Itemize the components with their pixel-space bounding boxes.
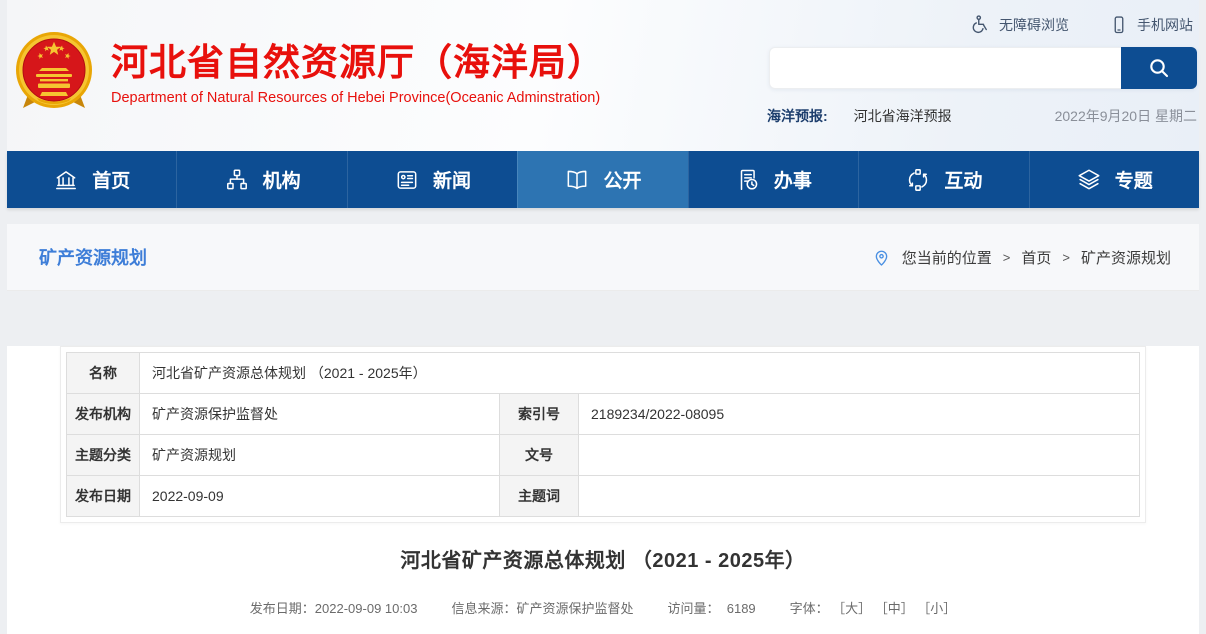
pubdate-label: 发布日期: [67, 476, 140, 517]
current-date: 2022年9月20日 星期二: [1055, 106, 1197, 126]
forecast-label: 海洋预报:: [767, 106, 828, 126]
document-info-table: 名称 河北省矿产资源总体规划 （2021 - 2025年） 发布机构 矿产资源保…: [66, 352, 1140, 517]
table-row: 发布机构 矿产资源保护监督处 索引号 2189234/2022-08095: [67, 394, 1140, 435]
font-medium-button[interactable]: ［中］: [881, 601, 914, 616]
accessibility-label: 无障碍浏览: [999, 15, 1069, 35]
category-label: 主题分类: [67, 435, 140, 476]
search-icon: [1147, 56, 1171, 80]
table-row: 主题分类 矿产资源规划 文号: [67, 435, 1140, 476]
keyword-value: [579, 476, 1140, 517]
meta-views: 访问量： 6189: [667, 601, 755, 616]
breadcrumb-separator: >: [1062, 250, 1070, 265]
nav-item-orgs[interactable]: 机构: [176, 151, 346, 208]
breadcrumb-current: 矿产资源规划: [1081, 247, 1171, 268]
nav-item-public-disclosure[interactable]: 公开: [517, 151, 687, 208]
mobile-site-link[interactable]: 手机网站: [1109, 15, 1193, 35]
brand-text: 河北省自然资源厅（海洋局） Department of Natural Reso…: [111, 42, 605, 107]
meta-source: 信息来源：矿产资源保护监督处: [451, 601, 633, 616]
main-nav: 首页 机构 新闻 公开: [7, 151, 1199, 208]
forecast-link[interactable]: 河北省海洋预报: [854, 106, 952, 126]
nav-label: 机构: [263, 166, 301, 193]
nav-item-home[interactable]: 首页: [7, 151, 176, 208]
breadcrumb: 您当前的位置 > 首页 > 矿产资源规划: [872, 247, 1171, 268]
nav-label: 互动: [944, 166, 982, 193]
org-chart-icon: [224, 167, 250, 193]
site-header: 无障碍浏览 手机网站: [7, 0, 1199, 151]
breadcrumb-home[interactable]: 首页: [1021, 247, 1051, 268]
font-large-button[interactable]: ［大］: [839, 601, 872, 616]
utility-links: 无障碍浏览 手机网站: [970, 14, 1193, 35]
index-label: 索引号: [500, 394, 579, 435]
article-meta: 发布日期：2022-09-09 10:03 信息来源：矿产资源保护监督处 访问量： …: [7, 598, 1199, 617]
pubdate-value: 2022-09-09: [140, 476, 500, 517]
national-emblem-logo: [15, 30, 93, 118]
document-info-box: 名称 河北省矿产资源总体规划 （2021 - 2025年） 发布机构 矿产资源保…: [60, 346, 1146, 523]
category-value: 矿产资源规划: [140, 435, 500, 476]
keyword-label: 主题词: [500, 476, 579, 517]
docnum-label: 文号: [500, 435, 579, 476]
search-button[interactable]: [1121, 47, 1197, 89]
band-gap: [7, 208, 1199, 224]
nav-item-services[interactable]: 办事: [688, 151, 858, 208]
page: 无障碍浏览 手机网站: [7, 0, 1199, 634]
nav-item-news[interactable]: 新闻: [347, 151, 517, 208]
main-content: 名称 河北省矿产资源总体规划 （2021 - 2025年） 发布机构 矿产资源保…: [7, 346, 1199, 634]
meta-font-controls: 字体： ［大］ ［中］ ［小］: [790, 601, 957, 616]
site-subtitle: Department of Natural Resources of Hebei…: [111, 90, 605, 106]
layers-icon: [1076, 167, 1102, 193]
forecast-row: 海洋预报: 河北省海洋预报 2022年9月20日 星期二: [767, 106, 1197, 126]
nav-item-topics[interactable]: 专题: [1029, 151, 1199, 208]
accessibility-link[interactable]: 无障碍浏览: [970, 14, 1069, 35]
font-small-button[interactable]: ［小］: [924, 601, 957, 616]
nav-item-interaction[interactable]: 互动: [858, 151, 1028, 208]
table-row: 发布日期 2022-09-09 主题词: [67, 476, 1140, 517]
brand: 河北省自然资源厅（海洋局） Department of Natural Reso…: [15, 30, 605, 118]
nav-label: 公开: [603, 166, 641, 193]
meta-pubdate: 发布日期：2022-09-09 10:03: [250, 601, 418, 616]
mobile-site-label: 手机网站: [1137, 15, 1193, 35]
name-value: 河北省矿产资源总体规划 （2021 - 2025年）: [140, 353, 1140, 394]
news-icon: [394, 167, 420, 193]
agency-value: 矿产资源保护监督处: [140, 394, 500, 435]
index-value: 2189234/2022-08095: [579, 394, 1140, 435]
cycle-arrows-icon: [905, 167, 931, 193]
table-row: 名称 河北省矿产资源总体规划 （2021 - 2025年）: [67, 353, 1140, 394]
breadcrumb-separator: >: [1003, 250, 1011, 265]
font-size-label: 字体：: [790, 601, 829, 616]
search-area: [769, 47, 1197, 89]
breadcrumb-prefix: 您当前的位置: [902, 247, 992, 268]
home-icon: [53, 167, 79, 193]
nav-label: 首页: [92, 166, 130, 193]
nav-label: 新闻: [433, 166, 471, 193]
docnum-value: [579, 435, 1140, 476]
doc-clock-icon: [735, 167, 761, 193]
accessibility-icon: [970, 14, 991, 35]
location-pin-icon: [872, 248, 891, 267]
section-band: 矿产资源规划 您当前的位置 > 首页 > 矿产资源规划: [7, 224, 1199, 291]
agency-label: 发布机构: [67, 394, 140, 435]
name-label: 名称: [67, 353, 140, 394]
site-title: 河北省自然资源厅（海洋局）: [111, 42, 605, 85]
phone-icon: [1109, 15, 1129, 35]
open-book-icon: [564, 167, 590, 193]
article-title: 河北省矿产资源总体规划 （2021 - 2025年）: [7, 544, 1199, 573]
nav-label: 办事: [774, 166, 812, 193]
nav-label: 专题: [1115, 166, 1153, 193]
page-title: 矿产资源规划: [39, 244, 147, 270]
